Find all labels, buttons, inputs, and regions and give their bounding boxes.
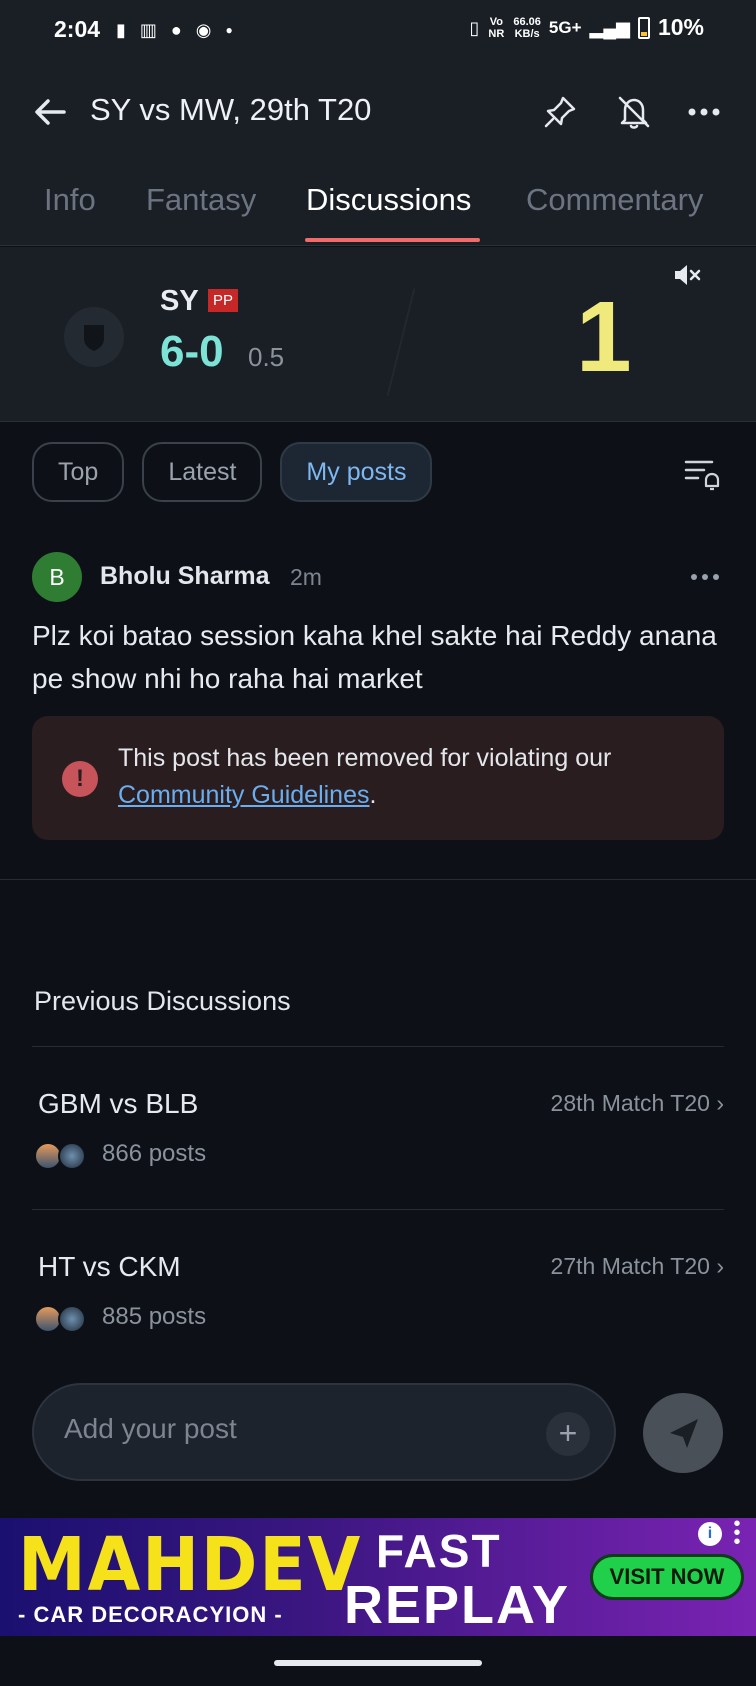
discussion-post: B Bholu Sharma 2m Plz koi batao session … — [0, 540, 756, 880]
alert-icon: ! — [62, 761, 98, 797]
post-composer: + — [32, 1383, 616, 1481]
vibrate-icon: ▯ — [469, 17, 480, 38]
tab-commentary[interactable]: Commentary — [526, 182, 703, 218]
post-text: Plz koi batao session kaha khel sakte ha… — [32, 620, 717, 694]
ad-banner[interactable]: MAHDEV - CAR DECORACYION - FAST REPLAY V… — [0, 1518, 756, 1636]
chip-top[interactable]: Top — [32, 442, 125, 502]
home-gesture-bar[interactable] — [274, 1660, 482, 1666]
battery-percent: 10% — [657, 14, 704, 40]
tab-fantasy[interactable]: Fantasy — [146, 182, 256, 218]
ad-brand-subtitle: - CAR DECORACYION - — [18, 1602, 283, 1627]
post-filter-chips: Top Latest My posts — [32, 442, 433, 502]
removed-notice: ! This post has been removed for violati… — [32, 716, 724, 840]
divider — [32, 1046, 724, 1047]
chip-my-posts[interactable]: My posts — [280, 442, 433, 502]
match-name: GBM vs BLB — [38, 1088, 199, 1119]
post-count: 885 posts — [102, 1303, 207, 1330]
team-score: 6-0 — [160, 327, 224, 376]
send-button[interactable] — [643, 1393, 723, 1473]
battery-icon — [637, 16, 650, 39]
net-speed: 66.06 KB/s — [513, 16, 541, 40]
divider — [32, 1209, 724, 1210]
bank-app-icon: ▥ — [139, 20, 157, 40]
visit-now-button[interactable]: VISIT NOW — [590, 1554, 744, 1600]
active-tab-indicator — [305, 238, 480, 242]
back-arrow-icon[interactable] — [30, 92, 70, 132]
notification-icons: ▮ ▥ ● ◉ ● — [116, 19, 233, 41]
status-time: 2:04 — [54, 16, 101, 42]
chrome-icon: ◉ — [195, 20, 212, 40]
net-speed-value: 66.06 — [513, 15, 541, 28]
powerplay-badge: PP — [208, 289, 239, 312]
more-icon[interactable] — [684, 92, 724, 132]
batting-team: SY — [160, 285, 199, 317]
post-time: 2m — [290, 564, 322, 590]
match-number: 28th Match T20 › — [550, 1090, 724, 1116]
tab-info[interactable]: Info — [44, 182, 96, 218]
facebook-icon: ● — [170, 20, 182, 40]
filter-bell-icon[interactable] — [682, 454, 722, 494]
divider — [386, 288, 416, 396]
app-bar: SY vs MW, 29th T20 — [0, 62, 756, 162]
system-nav-bar — [0, 1636, 756, 1686]
ad-more-icon[interactable]: • • • — [730, 1518, 744, 1552]
previous-discussion-item[interactable]: GBM vs BLB 28th Match T20 › 866 posts — [32, 1060, 724, 1210]
signal-icon: ▂▄▆ — [589, 17, 630, 38]
post-count: 866 posts — [102, 1140, 207, 1167]
ad-headline-2: REPLAY — [344, 1575, 571, 1635]
avatar — [58, 1142, 86, 1170]
chip-latest[interactable]: Latest — [142, 442, 263, 502]
avatar[interactable]: B — [32, 552, 82, 602]
previous-discussion-item[interactable]: HT vs CKM 27th Match T20 › 885 posts — [32, 1223, 724, 1373]
removed-message: This post has been removed for violating… — [118, 740, 698, 814]
post-more-icon[interactable] — [690, 572, 720, 582]
team-logo — [64, 307, 124, 367]
dot-icon: ● — [225, 23, 233, 37]
system-icons: ▯ Vo NR 66.06 KB/s 5G+ ▂▄▆ 10% — [469, 14, 704, 41]
last-ball-result: 1 — [576, 281, 632, 393]
ad-brand: MAHDEV — [18, 1522, 363, 1608]
participant-avatars — [34, 1142, 90, 1170]
send-icon — [670, 1419, 698, 1448]
bell-off-icon[interactable] — [614, 92, 654, 132]
status-bar: 2:04 ▮ ▥ ● ◉ ● ▯ Vo NR 66.06 KB/s 5G+ ▂▄… — [0, 0, 756, 62]
post-author[interactable]: Bholu Sharma — [100, 562, 269, 591]
removed-suffix: . — [369, 781, 377, 809]
page-title: SY vs MW, 29th T20 — [90, 92, 372, 127]
add-post-input[interactable] — [64, 1413, 504, 1445]
match-number: 27th Match T20 › — [550, 1253, 724, 1279]
info-icon[interactable]: i — [698, 1522, 722, 1546]
pin-icon[interactable] — [540, 92, 580, 132]
network-type: 5G+ — [548, 17, 582, 37]
participant-avatars — [34, 1305, 90, 1333]
battery-saver-icon: ▮ — [116, 20, 126, 40]
plus-icon[interactable]: + — [546, 1412, 590, 1456]
avatar — [58, 1305, 86, 1333]
overs: 0.5 — [248, 342, 285, 372]
tab-discussions[interactable]: Discussions — [306, 182, 471, 218]
removed-text: This post has been removed for violating… — [118, 744, 612, 772]
previous-discussions-title: Previous Discussions — [34, 986, 291, 1016]
mute-icon[interactable] — [670, 259, 702, 291]
volte-label: Vo NR — [488, 15, 505, 40]
net-speed-unit: KB/s — [514, 27, 540, 40]
live-score-card[interactable]: SY PP 6-0 0.5 1 — [0, 247, 756, 422]
community-guidelines-link[interactable]: Community Guidelines — [118, 781, 370, 809]
tab-bar: Info Fantasy Discussions Commentary — [0, 162, 756, 246]
ad-headline-1: FAST — [376, 1525, 502, 1577]
match-name: HT vs CKM — [38, 1251, 181, 1282]
